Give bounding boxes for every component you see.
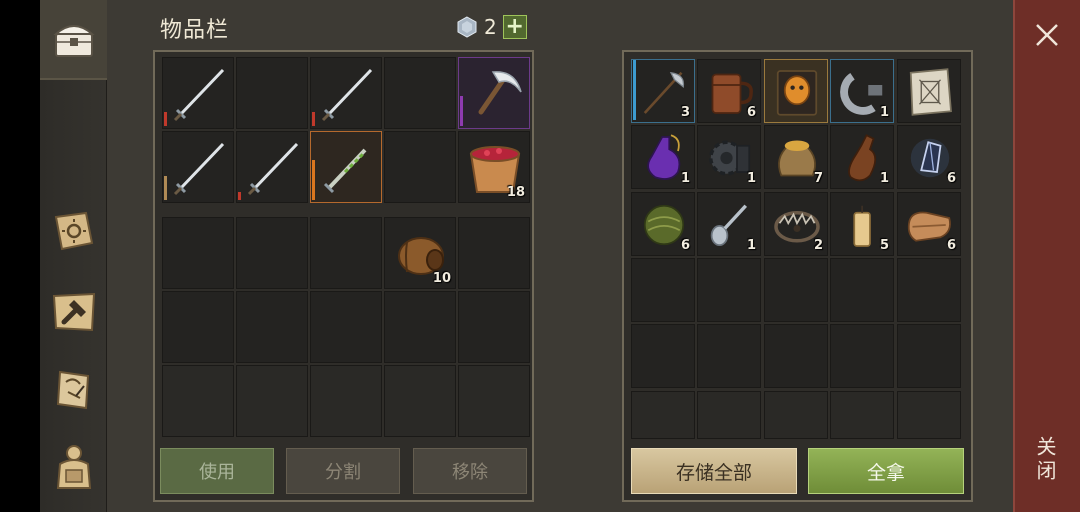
screen-border (0, 0, 40, 512)
inventory-slot[interactable]: 18 (458, 131, 530, 203)
inventory-slot-locked (458, 365, 530, 437)
storage-slot[interactable]: 1 (631, 125, 695, 189)
storage-slot[interactable]: 5 (830, 192, 894, 256)
inventory-slot-empty[interactable] (162, 291, 234, 363)
storage-slot-empty[interactable] (897, 391, 961, 439)
storage-slot[interactable]: 2 (764, 192, 828, 256)
storage-slot-empty[interactable] (631, 391, 695, 439)
inventory-slot-empty[interactable] (384, 291, 456, 363)
storage-slot-empty[interactable] (697, 324, 761, 388)
map-scroll-icon (909, 68, 952, 116)
quest-scroll-icon[interactable] (48, 364, 100, 416)
storage-slot-empty[interactable] (830, 391, 894, 439)
storage-slot-empty[interactable] (697, 391, 761, 439)
inventory-slot[interactable] (310, 131, 382, 203)
storage-slot-empty[interactable] (697, 258, 761, 322)
storage-slot-empty[interactable] (897, 324, 961, 388)
store-all-button[interactable]: 存储全部 (631, 448, 797, 494)
use-button[interactable]: 使用 (160, 448, 274, 494)
add-gems-button[interactable]: + (502, 14, 527, 39)
mask-book-icon (776, 70, 818, 116)
storage-slot-empty[interactable] (764, 324, 828, 388)
storage-slot-empty[interactable] (764, 391, 828, 439)
storage-slot[interactable]: 6 (697, 59, 761, 123)
item-quantity: 1 (746, 171, 756, 186)
inventory-slot-locked (162, 365, 234, 437)
storage-slot-empty[interactable] (631, 324, 695, 388)
storage-slot-empty[interactable] (897, 258, 961, 322)
inventory-slot[interactable] (310, 57, 382, 129)
split-button[interactable]: 分割 (286, 448, 400, 494)
inventory-slot-empty[interactable] (310, 291, 382, 363)
item-quantity: 1 (879, 105, 889, 120)
inventory-slot-empty[interactable] (384, 131, 456, 203)
inventory-slot-locked (310, 365, 382, 437)
item-quantity: 1 (879, 171, 889, 186)
item-quantity: 6 (746, 105, 756, 120)
remove-button[interactable]: 移除 (413, 448, 527, 494)
storage-slot[interactable]: 1 (830, 125, 894, 189)
storage-slot[interactable] (764, 59, 828, 123)
inventory-slot-empty[interactable] (162, 217, 234, 289)
item-quantity: 18 (506, 185, 525, 200)
item-quantity: 2 (813, 238, 823, 253)
inventory-slot[interactable]: 10 (384, 217, 456, 289)
storage-slot-empty[interactable] (631, 258, 695, 322)
gem-icon (457, 16, 477, 38)
inventory-slot[interactable] (236, 131, 308, 203)
item-quantity: 6 (946, 171, 956, 186)
longsword-icon (173, 142, 225, 196)
inventory-slot[interactable] (162, 57, 234, 129)
scythe-icon (478, 71, 522, 115)
take-all-button[interactable]: 全拿 (808, 448, 964, 494)
chest-icon[interactable] (48, 14, 100, 66)
storage-slot[interactable]: 6 (897, 125, 961, 189)
build-hammer-icon[interactable] (48, 286, 100, 338)
item-quantity: 1 (680, 171, 690, 186)
inventory-slot[interactable] (458, 57, 530, 129)
item-quantity: 7 (813, 171, 823, 186)
storage-slot-empty[interactable] (830, 324, 894, 388)
storage-slot[interactable]: 6 (897, 192, 961, 256)
storage-slot-empty[interactable] (764, 258, 828, 322)
storage-slot[interactable]: 6 (631, 192, 695, 256)
storage-slot[interactable]: 1 (830, 59, 894, 123)
inventory-slot-locked (384, 365, 456, 437)
inventory-slot-empty[interactable] (458, 291, 530, 363)
item-quantity: 6 (946, 238, 956, 253)
item-quantity: 3 (680, 105, 690, 120)
close-label[interactable]: 关闭 (1030, 436, 1060, 484)
item-quantity: 6 (680, 238, 690, 253)
inventory-slot-empty[interactable] (236, 57, 308, 129)
inventory-slot-empty[interactable] (236, 217, 308, 289)
storage-slot-empty[interactable] (830, 258, 894, 322)
inventory-slot-empty[interactable] (458, 217, 530, 289)
item-quantity: 5 (879, 238, 889, 253)
crafting-book-icon[interactable] (48, 205, 100, 257)
inventory-screen: 物品栏 2 + 18 10 使用 分割 移除 3 6 1 1 1 7 1 6 6… (0, 0, 1080, 512)
longsword-icon (173, 68, 225, 122)
item-quantity: 1 (746, 238, 756, 253)
inventory-slot-empty[interactable] (310, 217, 382, 289)
storage-slot[interactable]: 1 (697, 192, 761, 256)
longsword-icon (247, 142, 299, 196)
inventory-title: 物品栏 (160, 18, 230, 43)
storage-slot[interactable]: 7 (764, 125, 828, 189)
item-quantity: 10 (432, 271, 451, 286)
inventory-slot-locked (236, 365, 308, 437)
close-icon[interactable] (1030, 18, 1064, 52)
gem-count: 2 (484, 15, 497, 39)
gem-counter: 2 + (456, 15, 527, 39)
longsword-icon (321, 68, 373, 122)
character-backpack-icon[interactable] (48, 440, 100, 492)
inventory-slot-empty[interactable] (236, 291, 308, 363)
plus-icon: + (505, 14, 524, 39)
inventory-slot[interactable] (162, 131, 234, 203)
storage-slot[interactable]: 1 (697, 125, 761, 189)
storage-slot[interactable] (897, 59, 961, 123)
inventory-slot-empty[interactable] (384, 57, 456, 129)
storage-slot[interactable]: 3 (631, 59, 695, 123)
poisoned-dagger-icon (323, 148, 367, 194)
